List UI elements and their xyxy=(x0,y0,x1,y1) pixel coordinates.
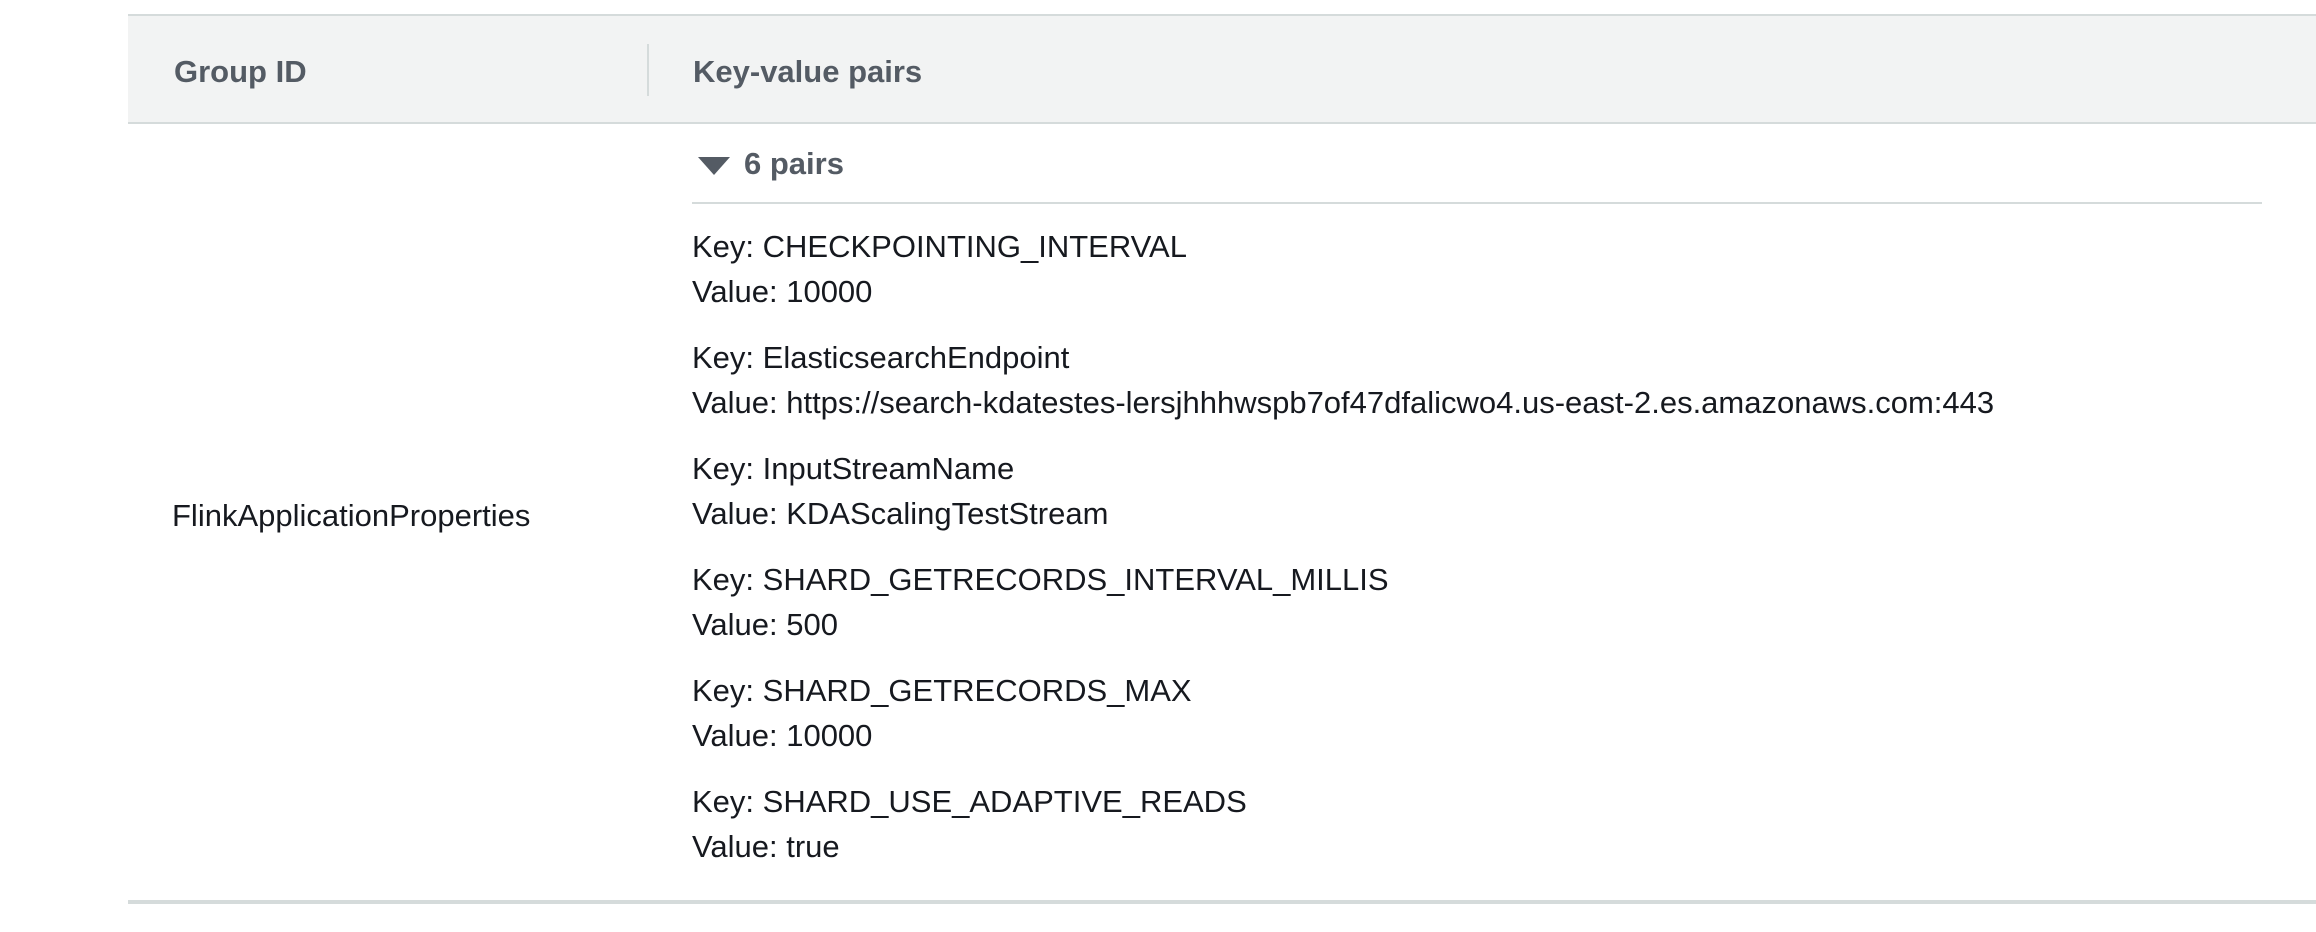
key-value-pair: Key: CHECKPOINTING_INTERVAL Value: 10000 xyxy=(692,224,2272,335)
pair-key: Key: SHARD_GETRECORDS_INTERVAL_MILLIS xyxy=(692,562,1389,597)
table-row: FlinkApplicationProperties 6 pairs Key: … xyxy=(128,124,2316,904)
pair-key: Key: SHARD_USE_ADAPTIVE_READS xyxy=(692,784,1247,819)
key-value-pair: Key: SHARD_USE_ADAPTIVE_READS Value: tru… xyxy=(692,779,2272,890)
pair-value: Value: 10000 xyxy=(692,718,873,753)
table-bottom-border xyxy=(128,900,2316,904)
pair-value: Value: 10000 xyxy=(692,274,873,309)
group-id-cell: FlinkApplicationProperties xyxy=(172,498,531,533)
pairs-expander[interactable]: 6 pairs xyxy=(692,144,2262,204)
caret-down-icon[interactable] xyxy=(698,157,730,175)
column-header-group-id[interactable]: Group ID xyxy=(174,52,307,92)
pair-key: Key: ElasticsearchEndpoint xyxy=(692,340,1070,375)
table-header: Group ID Key-value pairs xyxy=(128,16,2316,124)
pair-key: Key: InputStreamName xyxy=(692,451,1015,486)
key-value-pair: Key: InputStreamName Value: KDAScalingTe… xyxy=(692,446,2272,557)
properties-table: Group ID Key-value pairs FlinkApplicatio… xyxy=(128,14,2316,906)
pair-value: Value: KDAScalingTestStream xyxy=(692,496,1109,531)
pair-key: Key: SHARD_GETRECORDS_MAX xyxy=(692,673,1192,708)
pair-value: Value: 500 xyxy=(692,607,838,642)
key-value-pair: Key: SHARD_GETRECORDS_MAX Value: 10000 xyxy=(692,668,2272,779)
column-divider[interactable] xyxy=(647,44,649,96)
pair-key: Key: CHECKPOINTING_INTERVAL xyxy=(692,229,1187,264)
pair-value: Value: true xyxy=(692,829,840,864)
pair-value: Value: https://search-kdatestes-lersjhhh… xyxy=(692,385,1995,420)
key-value-pair: Key: ElasticsearchEndpoint Value: https:… xyxy=(692,335,2272,446)
key-value-pair: Key: SHARD_GETRECORDS_INTERVAL_MILLIS Va… xyxy=(692,557,2272,668)
pairs-count-label[interactable]: 6 pairs xyxy=(744,144,844,184)
key-value-list: Key: CHECKPOINTING_INTERVAL Value: 10000… xyxy=(692,224,2272,890)
column-header-key-value-pairs[interactable]: Key-value pairs xyxy=(693,52,922,92)
